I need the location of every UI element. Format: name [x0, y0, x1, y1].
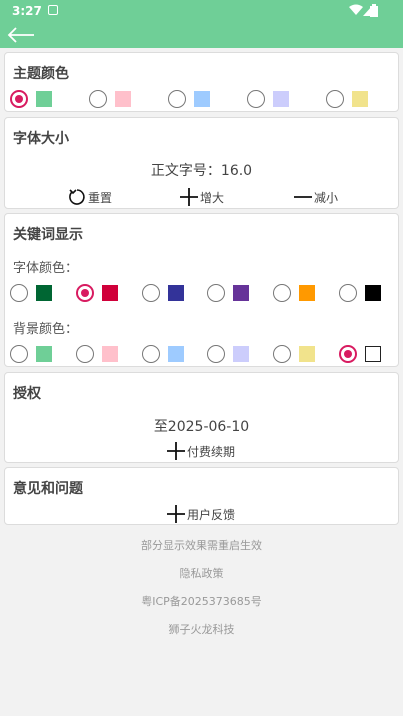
font-color-swatch-5 — [299, 285, 315, 301]
theme-swatch-green — [36, 91, 52, 107]
font-color-radio-6[interactable] — [339, 284, 357, 302]
restart-note: 部分显示效果需重启生效 — [141, 539, 262, 552]
theme-radio-yellow[interactable] — [326, 90, 344, 108]
plus-icon — [167, 442, 185, 460]
theme-swatch-yellow — [352, 91, 368, 107]
privacy-policy-link[interactable]: 隐私政策 — [0, 565, 403, 581]
license-card: 授权 至2025-06-10 付费续期 — [4, 372, 399, 463]
company-name: 狮子火龙科技 — [168, 623, 235, 636]
bg-color-radio-6[interactable] — [339, 345, 357, 363]
font-color-swatch-1 — [36, 285, 52, 301]
plus-icon — [180, 188, 198, 206]
theme-swatch-pink — [115, 91, 131, 107]
minus-icon — [294, 196, 312, 198]
icp-record-link[interactable]: 粤ICP备2025373685号 — [0, 593, 403, 609]
bg-color-radio-3[interactable] — [142, 345, 160, 363]
theme-color-card: 主题颜色 — [4, 52, 399, 112]
font-color-swatch-4 — [233, 285, 249, 301]
font-decrease-label: 减小 — [314, 190, 339, 205]
font-size-title: 字体大小 — [13, 131, 69, 147]
feedback-card: 意见和问题 用户反馈 — [4, 467, 399, 525]
theme-radio-lavender[interactable] — [247, 90, 265, 108]
font-color-radio-5[interactable] — [273, 284, 291, 302]
theme-color-title: 主题颜色 — [13, 66, 69, 82]
theme-swatch-lavender — [273, 91, 289, 107]
status-time: 3:27 — [12, 4, 42, 18]
wifi-icon — [349, 4, 363, 15]
font-color-swatch-3 — [168, 285, 184, 301]
app-bar — [0, 22, 403, 48]
bg-color-swatch-5 — [299, 346, 315, 362]
notification-icon — [48, 5, 58, 15]
theme-radio-pink[interactable] — [89, 90, 107, 108]
bg-color-radio-5[interactable] — [273, 345, 291, 363]
bg-color-swatch-2 — [102, 346, 118, 362]
status-bar: 3:27 — [0, 0, 403, 22]
bg-color-radio-4[interactable] — [207, 345, 225, 363]
font-color-swatch-2 — [102, 285, 118, 301]
license-title: 授权 — [13, 386, 41, 402]
user-feedback-button[interactable]: 用户反馈 — [166, 504, 235, 524]
bg-color-swatch-6 — [365, 346, 381, 362]
font-size-card: 字体大小 正文字号：16.0 重置 增大 减小 — [4, 117, 399, 209]
bg-color-label: 背景颜色： — [13, 322, 79, 337]
keyword-display-title: 关键词显示 — [13, 227, 83, 243]
bg-color-swatch-4 — [233, 346, 249, 362]
back-arrow-icon[interactable] — [6, 25, 36, 45]
bg-color-swatch-3 — [168, 346, 184, 362]
font-color-radio-1[interactable] — [10, 284, 28, 302]
theme-radio-green[interactable] — [10, 90, 28, 108]
font-reset-label: 重置 — [88, 190, 113, 205]
bg-color-swatch-1 — [36, 346, 52, 362]
font-increase-button[interactable]: 增大 — [179, 187, 224, 207]
font-color-label: 字体颜色： — [13, 261, 79, 276]
font-increase-label: 增大 — [200, 190, 225, 205]
battery-icon — [370, 4, 378, 17]
feedback-title: 意见和问题 — [13, 481, 83, 497]
font-color-swatch-6 — [365, 285, 381, 301]
font-color-radio-2[interactable] — [76, 284, 94, 302]
renew-label: 付费续期 — [187, 444, 236, 459]
font-decrease-button[interactable]: 减小 — [293, 187, 338, 207]
bg-color-radio-2[interactable] — [76, 345, 94, 363]
theme-swatch-blue — [194, 91, 210, 107]
reset-icon — [69, 189, 85, 205]
font-color-radio-4[interactable] — [207, 284, 225, 302]
keyword-display-card: 关键词显示 字体颜色： 背景颜色： — [4, 213, 399, 367]
renew-button[interactable]: 付费续期 — [166, 441, 235, 461]
license-expiry: 至2025-06-10 — [153, 419, 250, 435]
font-color-radio-3[interactable] — [142, 284, 160, 302]
font-size-current: 正文字号：16.0 — [150, 163, 253, 179]
theme-radio-blue[interactable] — [168, 90, 186, 108]
bg-color-radio-1[interactable] — [10, 345, 28, 363]
plus-icon — [167, 505, 185, 523]
font-reset-button[interactable]: 重置 — [67, 187, 112, 207]
user-feedback-label: 用户反馈 — [187, 507, 236, 522]
